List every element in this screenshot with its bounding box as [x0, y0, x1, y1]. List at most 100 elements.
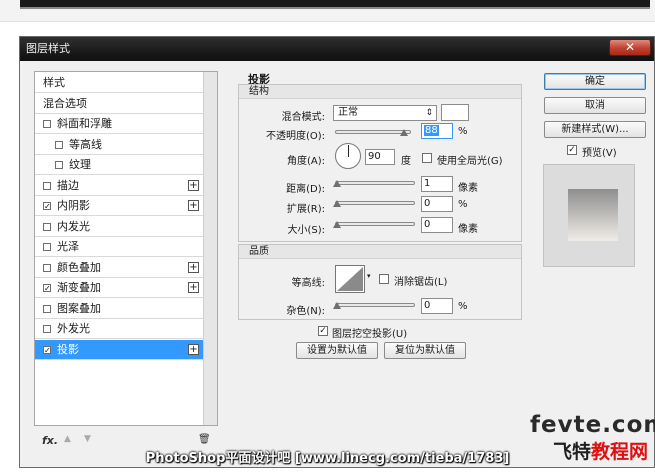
- dialog-title: 图层样式: [26, 42, 70, 55]
- style-list-item[interactable]: 颜色叠加 +: [35, 258, 203, 278]
- style-checkbox[interactable]: ✓: [43, 284, 51, 293]
- style-list-item[interactable]: ✓ 渐变叠加 +: [35, 278, 203, 298]
- style-checkbox[interactable]: [55, 161, 63, 169]
- site-logo-en: fevte.com: [530, 412, 655, 438]
- style-list-label: 外发光: [57, 322, 90, 335]
- opacity-label: 不透明度(O):: [265, 131, 325, 142]
- style-checkbox[interactable]: [43, 304, 51, 313]
- noise-unit: %: [458, 301, 468, 312]
- contour-dropdown-icon[interactable]: ▾: [367, 272, 371, 280]
- size-value: 0: [424, 219, 431, 230]
- spread-slider[interactable]: [335, 201, 415, 205]
- noise-label: 杂色(N):: [286, 306, 325, 317]
- style-list-item[interactable]: ✓ 投影 +: [35, 339, 203, 360]
- dropdown-arrow-icon: ⇕: [425, 108, 433, 118]
- style-checkbox[interactable]: [43, 222, 51, 231]
- add-instance-icon[interactable]: +: [188, 200, 199, 211]
- style-list-label: 投影: [57, 342, 79, 356]
- angle-unit: 度: [401, 156, 411, 167]
- style-list-scrollbar[interactable]: [203, 72, 217, 425]
- noise-input[interactable]: 0: [421, 298, 453, 314]
- close-icon: ✕: [624, 40, 636, 54]
- size-input[interactable]: 0: [421, 217, 453, 233]
- reset-default-button[interactable]: 复位为默认值: [384, 342, 466, 359]
- angle-dial[interactable]: [335, 143, 361, 169]
- cancel-button[interactable]: 取消: [544, 97, 646, 114]
- style-checkbox[interactable]: ✓: [43, 345, 51, 354]
- new-style-button[interactable]: 新建样式(W)...: [544, 121, 646, 138]
- distance-slider-thumb[interactable]: [333, 180, 341, 187]
- noise-value: 0: [424, 300, 431, 311]
- style-list-item[interactable]: ✓ 内阴影 +: [35, 196, 203, 216]
- move-up-icon[interactable]: ▲: [64, 434, 71, 444]
- new-style-label: 新建样式(W)...: [561, 124, 629, 135]
- make-default-button[interactable]: 设置为默认值: [296, 342, 378, 359]
- style-checkbox[interactable]: [55, 140, 63, 149]
- opacity-unit: %: [458, 126, 468, 137]
- style-list-item[interactable]: 样式: [35, 73, 203, 93]
- quality-title: 品质: [239, 245, 521, 259]
- style-list-label: 纹理: [69, 158, 91, 171]
- angle-input[interactable]: 90: [365, 149, 395, 165]
- opacity-slider-thumb[interactable]: [400, 129, 408, 136]
- quality-group: 品质 等高线: ▾ 消除锯齿(L) 杂色(N): 0 %: [238, 244, 522, 320]
- style-list-label: 图案叠加: [57, 301, 101, 315]
- style-list-label: 斜面和浮雕: [57, 117, 112, 130]
- distance-value: 1: [424, 178, 431, 189]
- ok-label: 确定: [585, 76, 605, 87]
- style-list-label: 内发光: [57, 219, 90, 233]
- add-instance-icon[interactable]: +: [188, 343, 199, 355]
- style-list-item[interactable]: 光泽: [35, 237, 203, 257]
- global-light-checkbox[interactable]: [422, 153, 432, 163]
- style-checkbox[interactable]: [43, 120, 51, 128]
- structure-group: 结构 混合模式: 正常 ⇕ 不透明度(O): 88 % 角度(A): 90 度 …: [238, 84, 522, 242]
- cancel-label: 取消: [585, 100, 605, 111]
- spread-slider-thumb[interactable]: [333, 200, 341, 207]
- opacity-input[interactable]: 88: [421, 123, 453, 139]
- distance-unit: 像素: [458, 183, 478, 194]
- size-slider-thumb[interactable]: [333, 221, 341, 228]
- distance-slider[interactable]: [335, 181, 415, 185]
- style-list-label: 描边: [57, 178, 79, 192]
- noise-slider[interactable]: [335, 303, 415, 307]
- preview-swatch: [568, 189, 618, 241]
- add-instance-icon[interactable]: +: [188, 261, 199, 273]
- add-instance-icon[interactable]: +: [188, 179, 199, 191]
- size-label: 大小(S):: [287, 225, 325, 236]
- style-list-item[interactable]: 等高线: [35, 135, 203, 155]
- linear-contour-icon: [337, 267, 363, 291]
- move-down-icon[interactable]: ▼: [84, 434, 91, 444]
- angle-needle: [348, 145, 349, 157]
- ok-button[interactable]: 确定: [544, 73, 646, 90]
- style-list-item[interactable]: 描边 +: [35, 176, 203, 196]
- style-list: 样式 混合选项 斜面和浮雕 等高线 纹理 描边 + ✓ 内阴影 + 内发光 光泽 颜色叠加 + ✓ 渐变叠加 +…: [34, 71, 218, 426]
- style-list-item[interactable]: 斜面和浮雕: [35, 114, 203, 134]
- shadow-color-swatch[interactable]: [441, 104, 469, 121]
- knockout-checkbox[interactable]: ✓: [318, 326, 328, 336]
- add-instance-icon[interactable]: +: [188, 282, 199, 293]
- style-checkbox[interactable]: ✓: [43, 202, 51, 211]
- style-checkbox[interactable]: [43, 325, 51, 333]
- style-checkbox[interactable]: [43, 243, 51, 251]
- close-button[interactable]: ✕: [609, 39, 651, 56]
- blend-mode-label: 混合模式:: [281, 112, 325, 123]
- style-checkbox[interactable]: [43, 263, 51, 272]
- spread-input[interactable]: 0: [421, 196, 453, 212]
- style-list-item[interactable]: 纹理: [35, 155, 203, 175]
- contour-picker[interactable]: [335, 265, 365, 293]
- style-list-item[interactable]: 内发光: [35, 217, 203, 237]
- size-slider[interactable]: [335, 222, 415, 226]
- preview-checkbox[interactable]: ✓: [567, 145, 577, 155]
- fx-icon[interactable]: fx.: [42, 434, 58, 447]
- style-list-item[interactable]: 外发光: [35, 319, 203, 339]
- style-checkbox[interactable]: [43, 181, 51, 190]
- antialias-checkbox[interactable]: [379, 274, 389, 284]
- blend-mode-select[interactable]: 正常 ⇕: [333, 105, 437, 121]
- noise-slider-thumb[interactable]: [333, 302, 341, 309]
- trash-icon[interactable]: 🗑: [198, 434, 211, 445]
- distance-input[interactable]: 1: [421, 176, 453, 192]
- style-list-item[interactable]: 混合选项: [35, 94, 203, 114]
- style-list-item[interactable]: 图案叠加: [35, 299, 203, 319]
- style-list-label: 等高线: [69, 137, 102, 151]
- dialog-titlebar[interactable]: 图层样式 ✕: [20, 37, 654, 61]
